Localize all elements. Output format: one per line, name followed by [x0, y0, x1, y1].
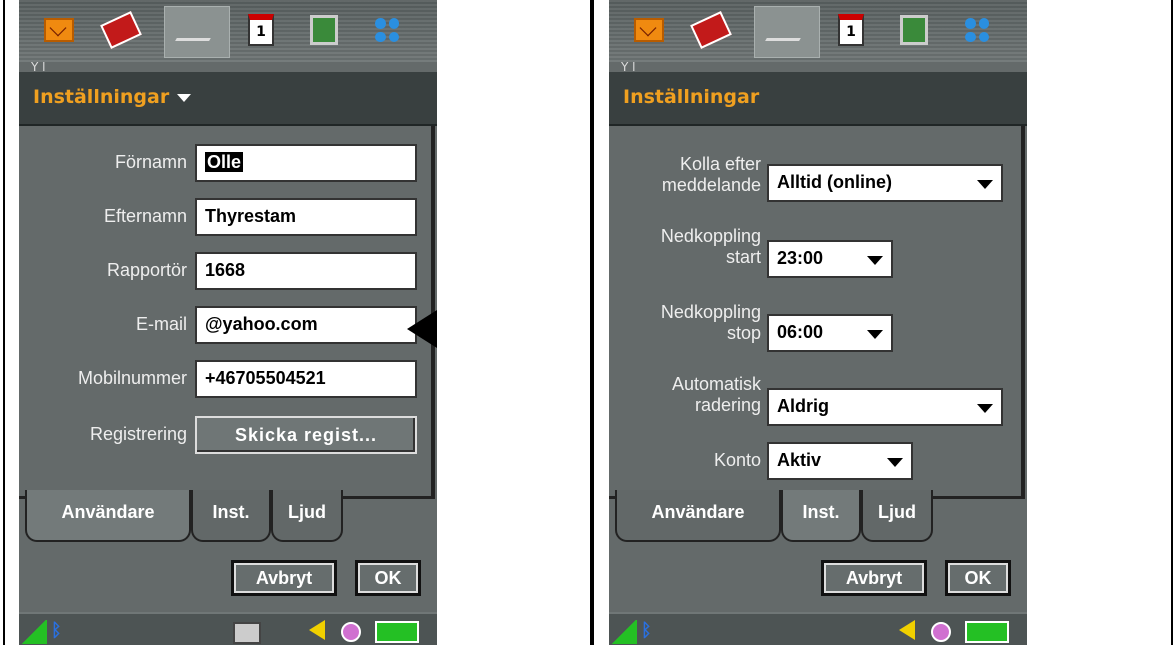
tab-anvandare[interactable]: Användare: [615, 490, 781, 542]
status-bar: ᛒ: [609, 612, 1027, 645]
first-name-label: Förnamn: [114, 152, 187, 172]
satellite-app-icon[interactable]: [164, 6, 230, 58]
mail-icon[interactable]: [629, 10, 669, 50]
signal-strength-icon: [611, 620, 637, 644]
scroll-pointer-icon: [407, 310, 437, 348]
last-name-field[interactable]: Thyrestam: [195, 198, 417, 236]
disconnect-start-label: Nedkoppling start: [660, 226, 761, 267]
tab-bar: Användare Inst. Ljud: [19, 490, 437, 546]
send-registration-button[interactable]: Skicka regist...: [195, 416, 417, 454]
tab-ljud[interactable]: Ljud: [861, 490, 933, 542]
check-messages-label: Kolla efter meddelande: [661, 154, 761, 195]
ok-button[interactable]: OK: [945, 560, 1011, 596]
apps-grid-icon[interactable]: [957, 10, 997, 50]
chevron-down-icon: [977, 404, 993, 413]
calendar-icon[interactable]: 1: [831, 10, 871, 50]
title-bar: Inställningar: [609, 72, 1027, 126]
chevron-down-icon: [977, 180, 993, 189]
email-label: E-mail: [135, 314, 187, 334]
calendar-icon[interactable]: 1: [241, 10, 281, 50]
tab-inst[interactable]: Inst.: [191, 490, 271, 542]
battery-icon: [375, 621, 419, 643]
page-title[interactable]: Inställningar: [33, 86, 192, 108]
partial-header-text: Y l: [621, 62, 636, 72]
disconnect-stop-dropdown[interactable]: 06:00: [767, 314, 893, 352]
ok-button[interactable]: OK: [355, 560, 421, 596]
phone-screen-inst-settings: 1 Y l Inställningar Kolla efter meddeland…: [609, 0, 1027, 645]
signal-strength-icon: [21, 620, 47, 644]
cancel-button[interactable]: Avbryt: [821, 560, 927, 596]
tab-ljud[interactable]: Ljud: [271, 490, 343, 542]
inst-settings-panel: Kolla efter meddelande Alltid (online) Ne…: [609, 126, 1025, 499]
disconnect-stop-label: Nedkoppling stop: [660, 302, 761, 343]
email-field[interactable]: @yahoo.com: [195, 306, 417, 344]
user-settings-panel: Förnamn Olle Efternamn Thyrestam Rapport…: [19, 126, 435, 499]
apps-grid-icon[interactable]: [367, 10, 407, 50]
contacts-book-icon[interactable]: [690, 10, 732, 50]
title-dropdown-arrow-icon[interactable]: [177, 93, 192, 102]
right-screenshot-cell: 1 Y l Inställningar Kolla efter meddeland…: [592, 0, 1173, 645]
chevron-down-icon: [887, 458, 903, 467]
keyboard-icon[interactable]: [233, 622, 261, 644]
app-launcher-bar: 1: [19, 0, 437, 62]
cancel-button[interactable]: Avbryt: [231, 560, 337, 596]
clock-icon: [931, 622, 951, 642]
registration-label: Registrering: [89, 424, 187, 444]
chevron-down-icon: [867, 256, 883, 265]
check-messages-dropdown[interactable]: Alltid (online): [767, 164, 1003, 202]
tab-anvandare[interactable]: Användare: [25, 490, 191, 542]
speaker-icon[interactable]: [899, 620, 915, 640]
tab-inst[interactable]: Inst.: [781, 490, 861, 542]
status-bar: ᛒ: [19, 612, 437, 645]
chevron-down-icon: [867, 330, 883, 339]
clock-icon: [341, 622, 361, 642]
contacts-book-icon[interactable]: [100, 10, 142, 50]
page-title: Inställningar: [623, 86, 760, 108]
app-launcher-bar: 1: [609, 0, 1027, 62]
battery-icon: [965, 621, 1009, 643]
disconnect-start-dropdown[interactable]: 23:00: [767, 240, 893, 278]
account-dropdown[interactable]: Aktiv: [767, 442, 913, 480]
first-name-field[interactable]: Olle: [195, 144, 417, 182]
speaker-icon[interactable]: [309, 620, 325, 640]
bluetooth-icon: ᛒ: [641, 620, 652, 641]
mobile-label: Mobilnummer: [77, 368, 187, 388]
partial-header-text: Y l: [31, 62, 46, 72]
display-icon[interactable]: [894, 10, 934, 50]
title-bar: Inställningar: [19, 72, 437, 126]
auto-delete-dropdown[interactable]: Aldrig: [767, 388, 1003, 426]
phone-screen-user-settings: 1 Y l Inställningar Förnamn Olle Efterna…: [19, 0, 437, 645]
account-label: Konto: [713, 450, 761, 470]
mail-icon[interactable]: [39, 10, 79, 50]
bluetooth-icon: ᛒ: [51, 620, 62, 641]
auto-delete-label: Automatisk radering: [671, 374, 761, 415]
satellite-app-icon[interactable]: [754, 6, 820, 58]
reporter-field[interactable]: 1668: [195, 252, 417, 290]
left-screenshot-cell: 1 Y l Inställningar Förnamn Olle Efterna…: [3, 0, 592, 645]
display-icon[interactable]: [304, 10, 344, 50]
mobile-number-field[interactable]: +46705504521: [195, 360, 417, 398]
reporter-label: Rapportör: [106, 260, 187, 280]
tab-bar: Användare Inst. Ljud: [609, 490, 1027, 546]
last-name-label: Efternamn: [103, 206, 187, 226]
